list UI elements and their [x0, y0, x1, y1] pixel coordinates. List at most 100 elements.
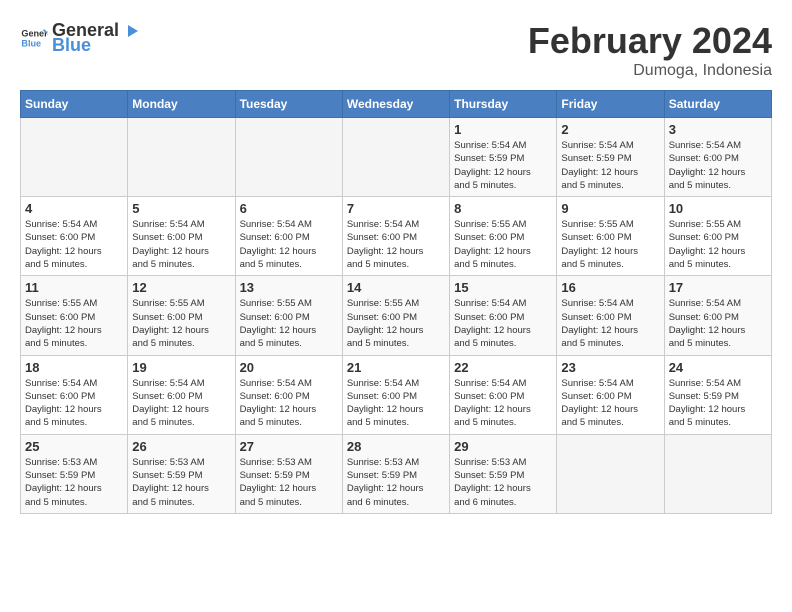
- day-cell: 18Sunrise: 5:54 AM Sunset: 6:00 PM Dayli…: [21, 355, 128, 434]
- day-info: Sunrise: 5:54 AM Sunset: 6:00 PM Dayligh…: [347, 218, 445, 271]
- day-info: Sunrise: 5:53 AM Sunset: 5:59 PM Dayligh…: [347, 456, 445, 509]
- day-number: 21: [347, 360, 445, 375]
- day-number: 27: [240, 439, 338, 454]
- day-info: Sunrise: 5:54 AM Sunset: 6:00 PM Dayligh…: [669, 297, 767, 350]
- day-info: Sunrise: 5:55 AM Sunset: 6:00 PM Dayligh…: [132, 297, 230, 350]
- day-info: Sunrise: 5:55 AM Sunset: 6:00 PM Dayligh…: [240, 297, 338, 350]
- header-row: SundayMondayTuesdayWednesdayThursdayFrid…: [21, 91, 772, 118]
- day-info: Sunrise: 5:54 AM Sunset: 6:00 PM Dayligh…: [132, 377, 230, 430]
- day-cell: 5Sunrise: 5:54 AM Sunset: 6:00 PM Daylig…: [128, 197, 235, 276]
- day-info: Sunrise: 5:54 AM Sunset: 5:59 PM Dayligh…: [669, 377, 767, 430]
- day-number: 3: [669, 122, 767, 137]
- day-info: Sunrise: 5:54 AM Sunset: 5:59 PM Dayligh…: [454, 139, 552, 192]
- day-number: 25: [25, 439, 123, 454]
- calendar-title: February 2024: [528, 20, 772, 62]
- day-cell: 23 Sunrise: 5:54 AM Sunset: 6:00 PM Dayli…: [557, 355, 664, 434]
- day-number: 22: [454, 360, 552, 375]
- day-cell: 1 Sunrise: 5:54 AM Sunset: 5:59 PM Daylig…: [450, 118, 557, 197]
- day-cell: [235, 118, 342, 197]
- day-cell: [342, 118, 449, 197]
- day-cell: 17 Sunrise: 5:54 AM Sunset: 6:00 PM Dayli…: [664, 276, 771, 355]
- day-cell: 14 Sunrise: 5:55 AM Sunset: 6:00 PM Dayli…: [342, 276, 449, 355]
- day-info: Sunrise: 5:55 AM Sunset: 6:00 PM Dayligh…: [347, 297, 445, 350]
- day-cell: 22 Sunrise: 5:54 AM Sunset: 6:00 PM Dayli…: [450, 355, 557, 434]
- day-info: Sunrise: 5:55 AM Sunset: 6:00 PM Dayligh…: [25, 297, 123, 350]
- day-cell: 12 Sunrise: 5:55 AM Sunset: 6:00 PM Dayli…: [128, 276, 235, 355]
- day-cell: 13 Sunrise: 5:55 AM Sunset: 6:00 PM Dayli…: [235, 276, 342, 355]
- day-header-monday: Monday: [128, 91, 235, 118]
- day-cell: 27 Sunrise: 5:53 AM Sunset: 5:59 PM Dayli…: [235, 434, 342, 513]
- day-cell: 11 Sunrise: 5:55 AM Sunset: 6:00 PM Dayli…: [21, 276, 128, 355]
- day-info: Sunrise: 5:53 AM Sunset: 5:59 PM Dayligh…: [240, 456, 338, 509]
- day-cell: 20Sunrise: 5:54 AM Sunset: 6:00 PM Dayli…: [235, 355, 342, 434]
- day-cell: 21 Sunrise: 5:54 AM Sunset: 6:00 PM Dayli…: [342, 355, 449, 434]
- day-info: Sunrise: 5:53 AM Sunset: 5:59 PM Dayligh…: [454, 456, 552, 509]
- calendar-table: SundayMondayTuesdayWednesdayThursdayFrid…: [20, 90, 772, 514]
- calendar-subtitle: Dumoga, Indonesia: [528, 62, 772, 80]
- day-cell: 3 Sunrise: 5:54 AM Sunset: 6:00 PM Daylig…: [664, 118, 771, 197]
- day-number: 13: [240, 280, 338, 295]
- day-cell: [664, 434, 771, 513]
- day-number: 24: [669, 360, 767, 375]
- day-number: 4: [25, 201, 123, 216]
- day-info: Sunrise: 5:54 AM Sunset: 6:00 PM Dayligh…: [669, 139, 767, 192]
- logo: General Blue General Blue: [20, 20, 141, 56]
- day-cell: 8Sunrise: 5:55 AM Sunset: 6:00 PM Daylig…: [450, 197, 557, 276]
- day-number: 23: [561, 360, 659, 375]
- day-info: Sunrise: 5:54 AM Sunset: 5:59 PM Dayligh…: [561, 139, 659, 192]
- week-row-4: 18Sunrise: 5:54 AM Sunset: 6:00 PM Dayli…: [21, 355, 772, 434]
- week-row-1: 1 Sunrise: 5:54 AM Sunset: 5:59 PM Daylig…: [21, 118, 772, 197]
- day-cell: 26 Sunrise: 5:53 AM Sunset: 5:59 PM Dayli…: [128, 434, 235, 513]
- day-cell: 6Sunrise: 5:54 AM Sunset: 6:00 PM Daylig…: [235, 197, 342, 276]
- day-info: Sunrise: 5:54 AM Sunset: 6:00 PM Dayligh…: [25, 218, 123, 271]
- day-info: Sunrise: 5:53 AM Sunset: 5:59 PM Dayligh…: [132, 456, 230, 509]
- day-cell: 29 Sunrise: 5:53 AM Sunset: 5:59 PM Dayli…: [450, 434, 557, 513]
- day-info: Sunrise: 5:53 AM Sunset: 5:59 PM Dayligh…: [25, 456, 123, 509]
- day-cell: 25 Sunrise: 5:53 AM Sunset: 5:59 PM Dayli…: [21, 434, 128, 513]
- day-number: 14: [347, 280, 445, 295]
- day-cell: [21, 118, 128, 197]
- day-number: 29: [454, 439, 552, 454]
- day-info: Sunrise: 5:55 AM Sunset: 6:00 PM Dayligh…: [454, 218, 552, 271]
- day-info: Sunrise: 5:54 AM Sunset: 6:00 PM Dayligh…: [454, 377, 552, 430]
- svg-text:Blue: Blue: [21, 38, 41, 48]
- logo-icon: General Blue: [20, 24, 48, 52]
- day-cell: 7Sunrise: 5:54 AM Sunset: 6:00 PM Daylig…: [342, 197, 449, 276]
- week-row-5: 25 Sunrise: 5:53 AM Sunset: 5:59 PM Dayli…: [21, 434, 772, 513]
- week-row-3: 11 Sunrise: 5:55 AM Sunset: 6:00 PM Dayli…: [21, 276, 772, 355]
- day-number: 19: [132, 360, 230, 375]
- day-cell: [128, 118, 235, 197]
- day-cell: 15Sunrise: 5:54 AM Sunset: 6:00 PM Dayli…: [450, 276, 557, 355]
- day-info: Sunrise: 5:54 AM Sunset: 6:00 PM Dayligh…: [132, 218, 230, 271]
- day-info: Sunrise: 5:54 AM Sunset: 6:00 PM Dayligh…: [347, 377, 445, 430]
- day-info: Sunrise: 5:54 AM Sunset: 6:00 PM Dayligh…: [561, 377, 659, 430]
- day-number: 26: [132, 439, 230, 454]
- day-cell: 19 Sunrise: 5:54 AM Sunset: 6:00 PM Dayli…: [128, 355, 235, 434]
- day-cell: 28Sunrise: 5:53 AM Sunset: 5:59 PM Dayli…: [342, 434, 449, 513]
- day-header-wednesday: Wednesday: [342, 91, 449, 118]
- day-header-tuesday: Tuesday: [235, 91, 342, 118]
- header: General Blue General Blue February 2024 …: [20, 20, 772, 80]
- day-number: 9: [561, 201, 659, 216]
- day-info: Sunrise: 5:54 AM Sunset: 6:00 PM Dayligh…: [240, 218, 338, 271]
- day-info: Sunrise: 5:54 AM Sunset: 6:00 PM Dayligh…: [25, 377, 123, 430]
- day-number: 1: [454, 122, 552, 137]
- title-area: February 2024 Dumoga, Indonesia: [528, 20, 772, 80]
- day-number: 2: [561, 122, 659, 137]
- day-number: 20: [240, 360, 338, 375]
- day-info: Sunrise: 5:55 AM Sunset: 6:00 PM Dayligh…: [669, 218, 767, 271]
- day-number: 11: [25, 280, 123, 295]
- day-number: 12: [132, 280, 230, 295]
- day-number: 10: [669, 201, 767, 216]
- day-info: Sunrise: 5:55 AM Sunset: 6:00 PM Dayligh…: [561, 218, 659, 271]
- week-row-2: 4 Sunrise: 5:54 AM Sunset: 6:00 PM Daylig…: [21, 197, 772, 276]
- day-cell: 4 Sunrise: 5:54 AM Sunset: 6:00 PM Daylig…: [21, 197, 128, 276]
- day-cell: [557, 434, 664, 513]
- day-cell: 9 Sunrise: 5:55 AM Sunset: 6:00 PM Daylig…: [557, 197, 664, 276]
- day-number: 15: [454, 280, 552, 295]
- day-cell: 16 Sunrise: 5:54 AM Sunset: 6:00 PM Dayli…: [557, 276, 664, 355]
- day-header-friday: Friday: [557, 91, 664, 118]
- day-info: Sunrise: 5:54 AM Sunset: 6:00 PM Dayligh…: [561, 297, 659, 350]
- day-number: 17: [669, 280, 767, 295]
- day-number: 16: [561, 280, 659, 295]
